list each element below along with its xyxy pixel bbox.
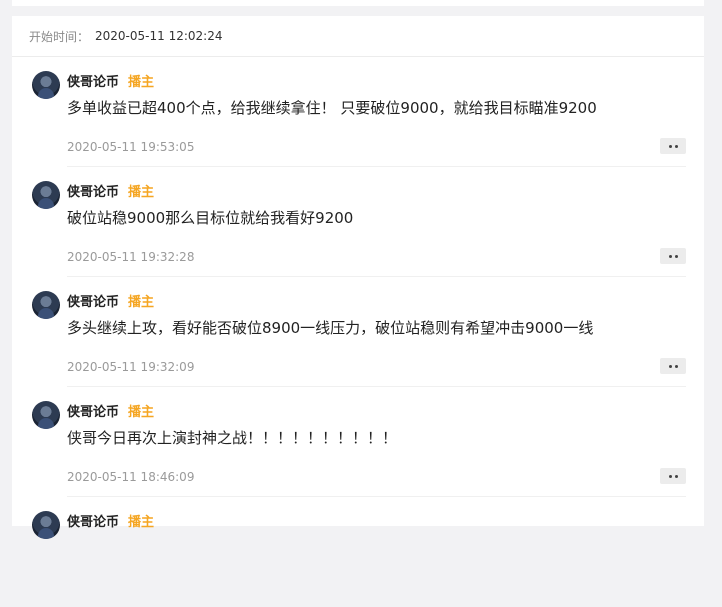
start-time-value: 2020-05-11 12:02:24 — [95, 29, 223, 43]
more-options-button[interactable] — [660, 138, 686, 154]
live-feed-card: 开始时间： 2020-05-11 12:02:24 侠哥论币 播主 多单收益已超… — [12, 16, 704, 539]
top-panel-edge — [12, 0, 704, 6]
post-item: 侠哥论币 播主 多头继续上攻，看好能否破位8900一线压力，破位站稳则有希望冲击… — [12, 277, 704, 387]
start-time-label: 开始时间： — [29, 29, 90, 44]
avatar[interactable] — [32, 401, 60, 429]
author-name[interactable]: 侠哥论币 — [67, 401, 119, 420]
host-badge: 播主 — [128, 405, 155, 420]
more-dot-icon — [674, 254, 678, 258]
more-dot-icon — [674, 144, 678, 148]
more-options-button[interactable] — [660, 248, 686, 264]
start-time-row: 开始时间： 2020-05-11 12:02:24 — [12, 16, 704, 57]
more-options-button[interactable] — [660, 468, 686, 484]
author-name[interactable]: 侠哥论币 — [67, 291, 119, 310]
post-content: 破位站稳9000那么目标位就给我看好9200 — [67, 209, 354, 227]
author-line: 侠哥论币 播主 — [67, 291, 154, 310]
author-line: 侠哥论币 播主 — [67, 511, 154, 530]
more-dot-icon — [674, 364, 678, 368]
author-name[interactable]: 侠哥论币 — [67, 511, 119, 530]
author-line: 侠哥论币 播主 — [67, 71, 154, 90]
post-item: 侠哥论币 播主 — [12, 497, 704, 607]
post-content: 多单收益已超400个点，给我继续拿住！ 只要破位9000，就给我目标瞄准9200 — [67, 99, 597, 117]
avatar[interactable] — [32, 291, 60, 319]
post-content: 侠哥今日再次上演封神之战！！！！！！！！！！ — [67, 429, 398, 447]
avatar[interactable] — [32, 511, 60, 539]
post-time: 2020-05-11 19:32:09 — [67, 360, 195, 374]
author-name[interactable]: 侠哥论币 — [67, 71, 119, 90]
post-item: 侠哥论币 播主 侠哥今日再次上演封神之战！！！！！！！！！！ 2020-05-1… — [12, 387, 704, 497]
post-item: 侠哥论币 播主 多单收益已超400个点，给我继续拿住！ 只要破位9000，就给我… — [12, 57, 704, 167]
more-dot-icon — [668, 474, 672, 478]
post-time: 2020-05-11 19:32:28 — [67, 250, 195, 264]
host-badge: 播主 — [128, 185, 155, 200]
post-time: 2020-05-11 18:46:09 — [67, 470, 195, 484]
more-dot-icon — [674, 474, 678, 478]
post-content: 多头继续上攻，看好能否破位8900一线压力，破位站稳则有希望冲击9000一线 — [67, 319, 594, 337]
author-line: 侠哥论币 播主 — [67, 401, 154, 420]
author-line: 侠哥论币 播主 — [67, 181, 154, 200]
post-time: 2020-05-11 19:53:05 — [67, 140, 195, 154]
avatar[interactable] — [32, 181, 60, 209]
more-dot-icon — [668, 254, 672, 258]
post-item: 侠哥论币 播主 破位站稳9000那么目标位就给我看好9200 2020-05-1… — [12, 167, 704, 277]
host-badge: 播主 — [128, 295, 155, 310]
host-badge: 播主 — [128, 515, 155, 530]
more-dot-icon — [668, 144, 672, 148]
more-options-button[interactable] — [660, 358, 686, 374]
author-name[interactable]: 侠哥论币 — [67, 181, 119, 200]
more-dot-icon — [668, 364, 672, 368]
avatar[interactable] — [32, 71, 60, 99]
host-badge: 播主 — [128, 75, 155, 90]
